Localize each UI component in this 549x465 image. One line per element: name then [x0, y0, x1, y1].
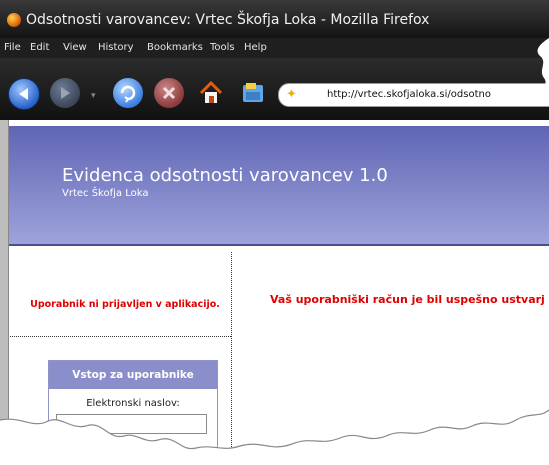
torn-paper-edge — [0, 0, 549, 465]
browser-window: Odsotnosti varovancev: Vrtec Škofja Loka… — [0, 0, 549, 465]
